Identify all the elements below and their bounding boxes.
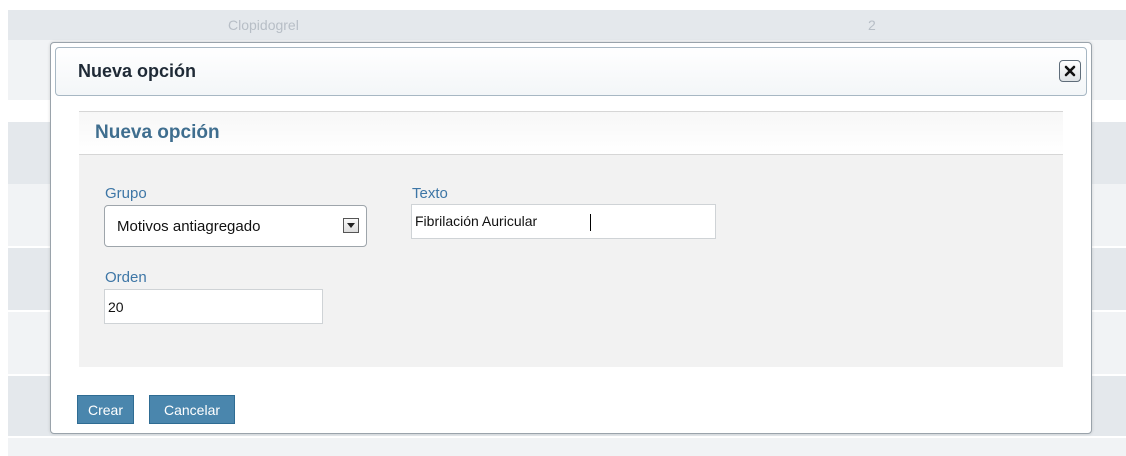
text-cursor xyxy=(590,214,591,231)
dialog-titlebar: Nueva opción xyxy=(55,47,1087,96)
close-x-icon xyxy=(1064,65,1076,77)
chevron-down-icon[interactable] xyxy=(343,218,359,233)
table-row[interactable]: Clopidogrel 2 xyxy=(8,10,1126,40)
grupo-label: Grupo xyxy=(105,185,147,202)
grupo-select-value: Motivos antiagregado xyxy=(117,218,261,235)
panel-title: Nueva opción xyxy=(95,122,220,143)
new-option-dialog: Nueva opción Nueva opción Grupo Motivos … xyxy=(50,42,1092,434)
close-button[interactable] xyxy=(1059,60,1081,82)
create-button[interactable]: Crear xyxy=(77,395,134,424)
grupo-select[interactable]: Motivos antiagregado xyxy=(104,205,367,247)
table-row[interactable] xyxy=(8,438,1126,456)
orden-input-value: 20 xyxy=(108,299,124,315)
texto-label: Texto xyxy=(412,185,448,202)
texto-input-value: Fibrilación Auricular xyxy=(415,213,538,229)
panel-header: Nueva opción xyxy=(79,111,1063,155)
dialog-title: Nueva opción xyxy=(78,61,197,81)
table-cell-name: Clopidogrel xyxy=(228,17,299,33)
orden-label: Orden xyxy=(105,269,147,286)
texto-input[interactable]: Fibrilación Auricular xyxy=(411,204,716,239)
form-panel: Nueva opción Grupo Motivos antiagregado … xyxy=(79,111,1063,367)
cancel-button[interactable]: Cancelar xyxy=(149,395,235,424)
table-cell-count: 2 xyxy=(868,17,876,33)
orden-input[interactable]: 20 xyxy=(104,289,323,324)
